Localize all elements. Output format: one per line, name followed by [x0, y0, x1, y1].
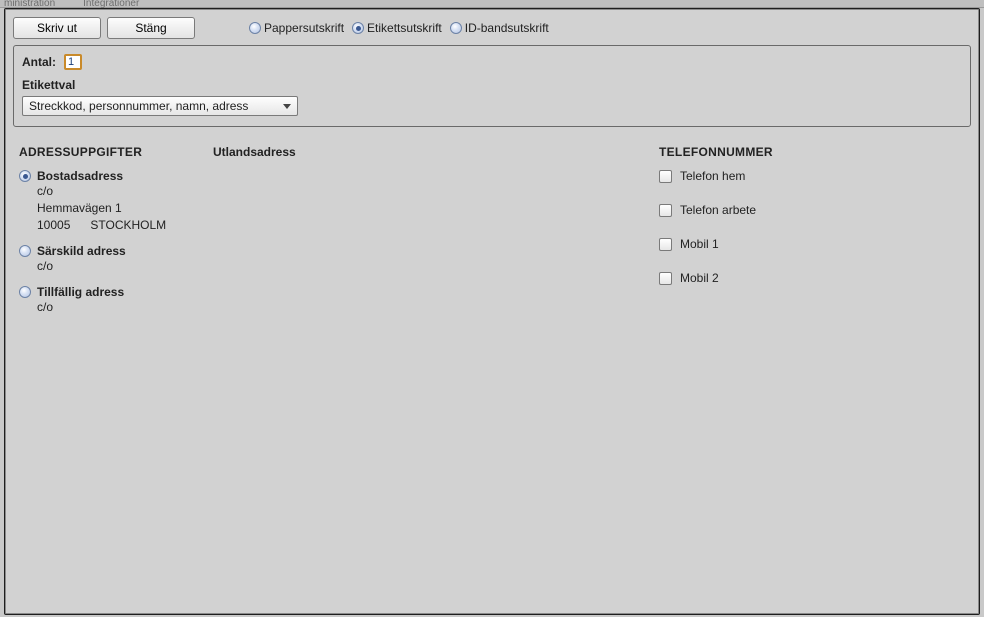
etikettval-select[interactable]: Streckkod, personnummer, namn, adress [22, 96, 298, 116]
phone-item-arbete[interactable]: Telefon arbete [659, 203, 971, 217]
print-button[interactable]: Skriv ut [13, 17, 101, 39]
antal-label: Antal: [22, 55, 56, 69]
phone-label: Mobil 2 [680, 271, 719, 285]
toolbar: Skriv ut Stäng Pappersutskrift Etikettsu… [13, 15, 971, 45]
addresses-header: ADRESSUPPGIFTER [19, 145, 213, 159]
phone-label: Telefon hem [680, 169, 745, 183]
radio-icon [249, 22, 261, 34]
radio-icon [19, 286, 31, 298]
phone-label: Telefon arbete [680, 203, 756, 217]
address-sarskild-title: Särskild adress [37, 244, 126, 258]
radio-icon [19, 170, 31, 182]
etikettval-label: Etikettval [22, 78, 962, 92]
address-tillfallig-co: c/o [37, 299, 213, 316]
address-sarskild-co: c/o [37, 258, 213, 275]
phone-list: Telefon hem Telefon arbete Mobil 1 Mobil… [659, 169, 971, 285]
address-bostad-co: c/o [37, 183, 213, 200]
address-option-sarskild[interactable]: Särskild adress [19, 244, 213, 258]
print-type-idband[interactable]: ID-bandsutskrift [450, 21, 549, 35]
foreign-address-header: Utlandsadress [213, 145, 653, 159]
checkbox-icon[interactable] [659, 204, 672, 217]
radio-icon [19, 245, 31, 257]
print-type-label[interactable]: Etikettsutskrift [352, 21, 442, 35]
print-type-paper[interactable]: Pappersutskrift [249, 21, 344, 35]
address-tillfallig-title: Tillfällig adress [37, 285, 124, 299]
antal-input[interactable] [64, 54, 82, 70]
background-menu: ministrationIntegrationer [0, 0, 984, 8]
radio-icon [450, 22, 462, 34]
address-bostad-street: Hemmavägen 1 [37, 200, 213, 217]
phone-label: Mobil 1 [680, 237, 719, 251]
print-type-group: Pappersutskrift Etikettsutskrift ID-band… [249, 21, 553, 35]
checkbox-icon[interactable] [659, 170, 672, 183]
checkbox-icon[interactable] [659, 272, 672, 285]
phone-item-mobil1[interactable]: Mobil 1 [659, 237, 971, 251]
close-button[interactable]: Stäng [107, 17, 195, 39]
phone-item-mobil2[interactable]: Mobil 2 [659, 271, 971, 285]
address-bostad-cityline: 10005 STOCKHOLM [37, 217, 213, 234]
address-option-bostad[interactable]: Bostadsadress [19, 169, 213, 183]
config-panel: Antal: Etikettval Streckkod, personnumme… [13, 45, 971, 127]
address-option-tillfallig[interactable]: Tillfällig adress [19, 285, 213, 299]
checkbox-icon[interactable] [659, 238, 672, 251]
etikettval-selected-text: Streckkod, personnummer, namn, adress [29, 99, 248, 113]
phones-header: TELEFONNUMMER [659, 145, 971, 159]
print-type-label-label: Etikettsutskrift [367, 21, 442, 35]
phone-item-hem[interactable]: Telefon hem [659, 169, 971, 183]
chevron-down-icon [283, 104, 291, 109]
print-type-paper-label: Pappersutskrift [264, 21, 344, 35]
print-dialog: Skriv ut Stäng Pappersutskrift Etikettsu… [4, 8, 980, 615]
radio-icon [352, 22, 364, 34]
print-type-idband-label: ID-bandsutskrift [465, 21, 549, 35]
address-bostad-title: Bostadsadress [37, 169, 123, 183]
